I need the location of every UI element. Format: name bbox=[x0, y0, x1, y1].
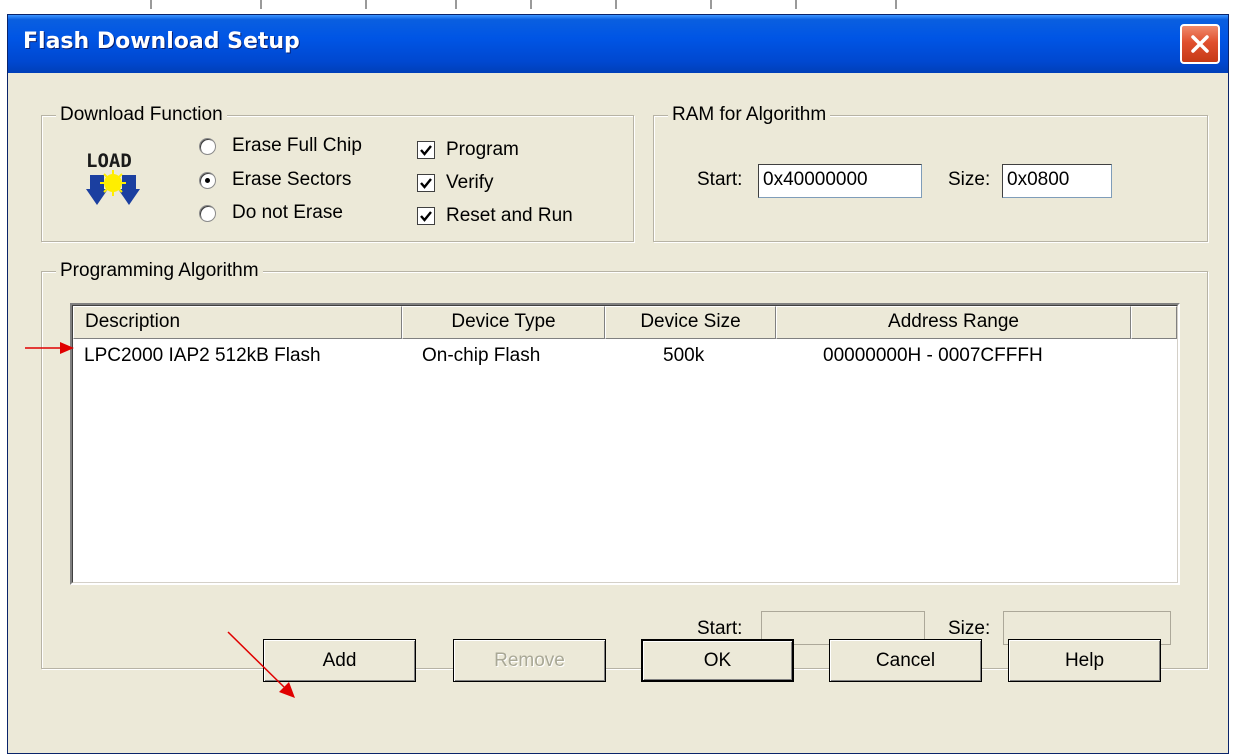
ram-size-input[interactable]: 0x0800 bbox=[1002, 164, 1112, 198]
ruler-tick bbox=[150, 0, 152, 9]
verify-checkbox[interactable] bbox=[417, 174, 435, 192]
ram-for-algorithm-legend: RAM for Algorithm bbox=[668, 103, 831, 127]
dialog-title: Flash Download Setup bbox=[23, 29, 300, 54]
load-icon-text: LOAD bbox=[86, 150, 132, 172]
column-header-device-size[interactable]: Device Size bbox=[605, 306, 776, 339]
close-button[interactable] bbox=[1180, 24, 1220, 64]
erase-sectors-label: Erase Sectors bbox=[232, 169, 352, 190]
erase-full-chip-radio[interactable] bbox=[199, 138, 216, 155]
ram-start-label: Start: bbox=[697, 169, 743, 190]
remove-button[interactable]: Remove bbox=[453, 639, 606, 682]
cell-device-type: On-chip Flash bbox=[422, 345, 541, 366]
algo-start-label: Start: bbox=[697, 618, 743, 639]
do-not-erase-radio[interactable] bbox=[199, 205, 216, 222]
ruler-tick bbox=[710, 0, 712, 9]
ruler-tick bbox=[365, 0, 367, 9]
ok-button[interactable]: OK bbox=[641, 639, 794, 682]
algorithm-list[interactable]: Description Device Type Device Size Addr… bbox=[70, 303, 1180, 585]
column-header-device-type[interactable]: Device Type bbox=[402, 306, 605, 339]
dialog-client-area: Download Function LOAD Erase Full Chip E… bbox=[8, 73, 1228, 753]
checkmark-icon bbox=[420, 145, 432, 156]
title-bar[interactable]: Flash Download Setup bbox=[8, 15, 1228, 73]
flash-download-setup-dialog: Flash Download Setup Download Function L… bbox=[7, 14, 1229, 754]
ruler-tick bbox=[260, 0, 262, 9]
programming-algorithm-legend: Programming Algorithm bbox=[56, 259, 263, 283]
cancel-button[interactable]: Cancel bbox=[829, 639, 982, 682]
help-button[interactable]: Help bbox=[1008, 639, 1161, 682]
checkmark-icon bbox=[420, 178, 432, 189]
ruler-tick bbox=[530, 0, 532, 9]
ruler-tick bbox=[615, 0, 617, 9]
do-not-erase-label: Do not Erase bbox=[232, 202, 343, 223]
table-row[interactable]: LPC2000 IAP2 512kB Flash On-chip Flash 5… bbox=[73, 342, 1177, 372]
erase-sectors-radio[interactable] bbox=[199, 172, 216, 189]
cell-address-range: 00000000H - 0007CFFFH bbox=[823, 345, 1043, 366]
ram-size-label: Size: bbox=[948, 169, 991, 190]
cell-device-size: 500k bbox=[663, 345, 705, 366]
close-icon bbox=[1191, 35, 1209, 53]
column-header-filler bbox=[1131, 306, 1177, 339]
checkmark-icon bbox=[420, 211, 432, 222]
load-icon: LOAD bbox=[86, 150, 140, 205]
ruler-tick bbox=[895, 0, 897, 9]
cell-description: LPC2000 IAP2 512kB Flash bbox=[84, 345, 321, 366]
erase-full-chip-label: Erase Full Chip bbox=[232, 135, 362, 156]
verify-label: Verify bbox=[446, 172, 494, 193]
program-checkbox[interactable] bbox=[417, 141, 435, 159]
list-header: Description Device Type Device Size Addr… bbox=[73, 306, 1177, 339]
background-strip bbox=[0, 0, 1233, 14]
ruler-tick bbox=[795, 0, 797, 9]
algo-size-label: Size: bbox=[948, 618, 991, 639]
add-button[interactable]: Add bbox=[263, 639, 416, 682]
ruler-tick bbox=[455, 0, 457, 9]
download-function-legend: Download Function bbox=[56, 103, 227, 127]
reset-and-run-checkbox[interactable] bbox=[417, 207, 435, 225]
program-label: Program bbox=[446, 139, 519, 160]
reset-and-run-label: Reset and Run bbox=[446, 205, 573, 226]
column-header-address-range[interactable]: Address Range bbox=[776, 306, 1131, 339]
ram-start-input[interactable]: 0x40000000 bbox=[758, 164, 922, 198]
column-header-description[interactable]: Description bbox=[73, 306, 402, 339]
